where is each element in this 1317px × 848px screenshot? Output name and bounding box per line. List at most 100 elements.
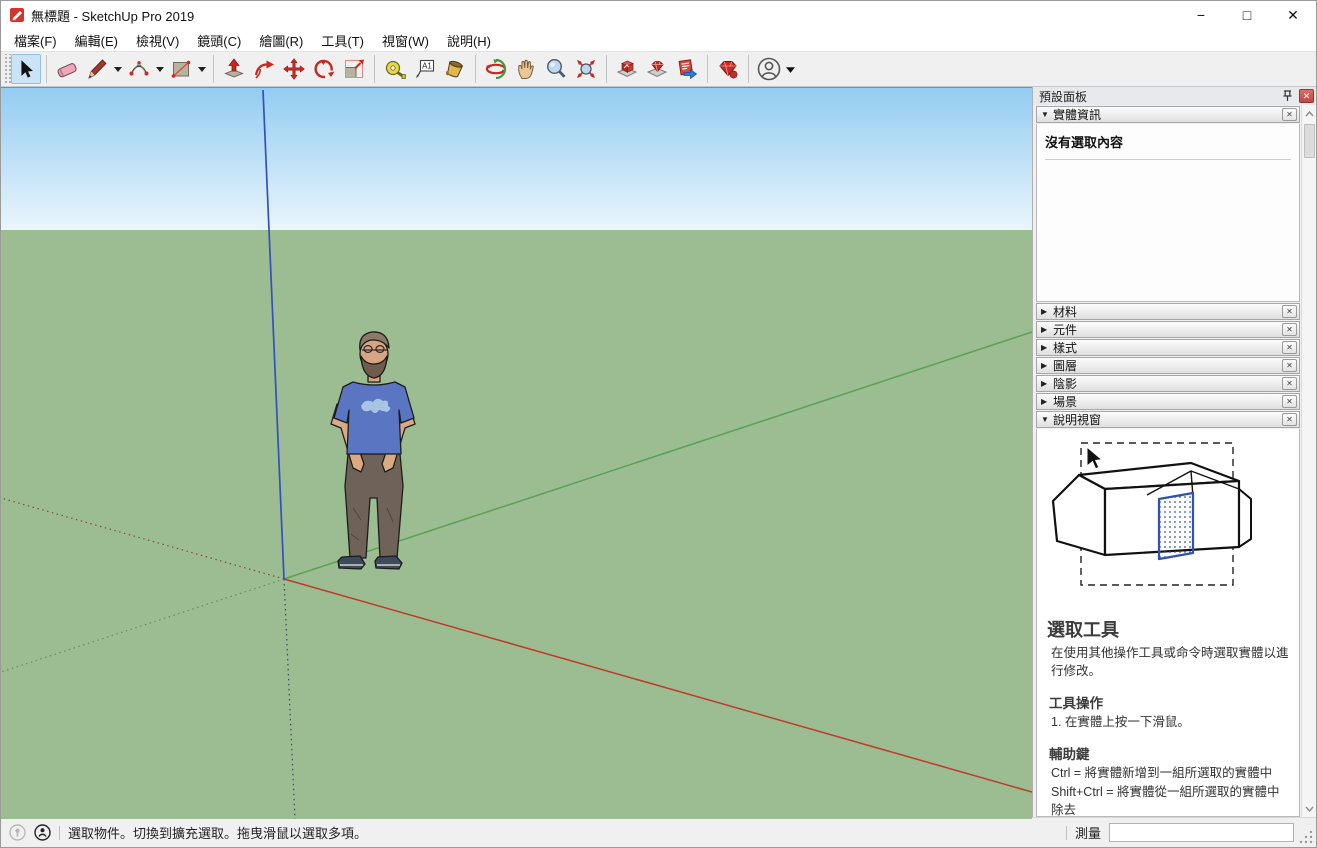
follow-me-tool-icon: [252, 57, 276, 81]
toolbar-separator: [475, 55, 476, 83]
menu-file[interactable]: 檔案(F): [5, 29, 66, 52]
status-message: 選取物件。切換到擴充選取。拖曳滑鼠以選取多項。: [68, 823, 1058, 842]
rectangle-tool-button[interactable]: [166, 54, 196, 84]
user-account-icon: [756, 56, 782, 82]
paint-bucket-tool-icon: [443, 57, 467, 81]
arc-tool-dropdown[interactable]: [154, 54, 166, 84]
section-components[interactable]: ▶ 元件 ✕: [1036, 321, 1300, 338]
viewport[interactable]: [1, 87, 1032, 817]
move-tool-icon: [282, 57, 306, 81]
line-tool-button[interactable]: [82, 54, 112, 84]
pan-tool-button[interactable]: [511, 54, 541, 84]
section-scenes[interactable]: ▶ 場景 ✕: [1036, 393, 1300, 410]
credits-icon[interactable]: [34, 824, 51, 841]
scale-tool-button[interactable]: [339, 54, 369, 84]
chevron-down-icon: [1305, 806, 1314, 812]
menu-camera[interactable]: 鏡頭(C): [188, 29, 250, 52]
move-tool-button[interactable]: [279, 54, 309, 84]
text-tool-button[interactable]: A1: [410, 54, 440, 84]
section-close-button[interactable]: ✕: [1282, 305, 1297, 318]
menu-tools[interactable]: 工具(T): [312, 29, 373, 52]
divider: [59, 826, 60, 840]
instructor-modifier-line: Ctrl = 將實體新增到一組所選取的實體中: [1051, 764, 1289, 782]
chevron-up-icon: [1305, 111, 1314, 117]
eraser-tool-button[interactable]: [52, 54, 82, 84]
instructor-operation-heading: 工具操作: [1049, 692, 1289, 712]
arc-tool-button[interactable]: [124, 54, 154, 84]
section-close-button[interactable]: ✕: [1282, 413, 1297, 426]
section-styles[interactable]: ▶ 樣式 ✕: [1036, 339, 1300, 356]
section-close-button[interactable]: ✕: [1282, 359, 1297, 372]
rectangle-tool-icon: [169, 57, 193, 81]
push-pull-tool-icon: [222, 57, 246, 81]
chevron-down-icon: [114, 66, 122, 72]
3d-warehouse-icon: [615, 57, 639, 81]
panel-scrollbar[interactable]: [1301, 105, 1316, 817]
maximize-button[interactable]: □: [1224, 1, 1270, 29]
resize-grip[interactable]: [1298, 828, 1314, 844]
menu-view[interactable]: 檢視(V): [127, 29, 188, 52]
menu-edit[interactable]: 編輯(E): [66, 29, 127, 52]
orbit-tool-button[interactable]: [481, 54, 511, 84]
3d-warehouse-button[interactable]: [612, 54, 642, 84]
toolbar-drag-handle[interactable]: [3, 54, 11, 84]
section-layers[interactable]: ▶ 圖層 ✕: [1036, 357, 1300, 374]
section-close-button[interactable]: ✕: [1282, 395, 1297, 408]
scroll-up-button[interactable]: [1302, 105, 1317, 122]
section-close-button[interactable]: ✕: [1282, 341, 1297, 354]
rotate-tool-icon: [312, 57, 336, 81]
section-close-button[interactable]: ✕: [1282, 108, 1297, 121]
geolocation-icon[interactable]: [9, 824, 26, 841]
rotate-tool-button[interactable]: [309, 54, 339, 84]
panel-title-bar[interactable]: 預設面板 ✕: [1033, 87, 1316, 105]
menu-draw[interactable]: 繪圖(R): [250, 29, 312, 52]
section-label: 實體資訊: [1053, 106, 1282, 123]
section-materials[interactable]: ▶ 材料 ✕: [1036, 303, 1300, 320]
scrollbar-thumb[interactable]: [1304, 124, 1315, 158]
share-model-icon: [645, 57, 669, 81]
follow-me-tool-button[interactable]: [249, 54, 279, 84]
menu-help[interactable]: 說明(H): [438, 29, 500, 52]
share-model-button[interactable]: [642, 54, 672, 84]
3d-scene: [1, 88, 1032, 819]
user-account-dropdown[interactable]: [784, 54, 796, 84]
menu-bar: 檔案(F) 編輯(E) 檢視(V) 鏡頭(C) 繪圖(R) 工具(T) 視窗(W…: [1, 29, 1316, 51]
rectangle-tool-dropdown[interactable]: [196, 54, 208, 84]
section-label: 元件: [1053, 321, 1282, 338]
section-label: 陰影: [1053, 375, 1282, 392]
triangle-right-icon: ▶: [1041, 361, 1053, 370]
triangle-right-icon: ▶: [1041, 379, 1053, 388]
line-tool-dropdown[interactable]: [112, 54, 124, 84]
close-button[interactable]: ✕: [1270, 1, 1316, 29]
menu-window[interactable]: 視窗(W): [373, 29, 438, 52]
triangle-down-icon: ▼: [1041, 415, 1053, 424]
section-shadows[interactable]: ▶ 陰影 ✕: [1036, 375, 1300, 392]
scroll-down-button[interactable]: [1302, 800, 1317, 817]
tape-measure-tool-button[interactable]: [380, 54, 410, 84]
instructor-operation-step: 1. 在實體上按一下滑鼠。: [1051, 713, 1289, 731]
section-entity-info[interactable]: ▼ 實體資訊 ✕: [1036, 106, 1300, 123]
paint-bucket-tool-button[interactable]: [440, 54, 470, 84]
selected-face: [1159, 493, 1193, 559]
pin-button[interactable]: [1279, 89, 1295, 104]
extension-warehouse-button[interactable]: [672, 54, 702, 84]
minimize-button[interactable]: −: [1178, 1, 1224, 29]
tape-measure-tool-icon: [383, 57, 407, 81]
chevron-down-icon: [156, 66, 164, 72]
triangle-down-icon: ▼: [1041, 110, 1053, 119]
section-close-button[interactable]: ✕: [1282, 323, 1297, 336]
zoom-extents-tool-icon: [574, 57, 598, 81]
panel-close-button[interactable]: ✕: [1299, 89, 1314, 103]
zoom-tool-button[interactable]: [541, 54, 571, 84]
zoom-extents-tool-button[interactable]: [571, 54, 601, 84]
select-tool-button[interactable]: [11, 54, 41, 84]
extension-manager-button[interactable]: [713, 54, 743, 84]
extension-warehouse-icon: [675, 57, 699, 81]
text-tool-label: A1: [422, 62, 432, 71]
push-pull-tool-button[interactable]: [219, 54, 249, 84]
user-account-button[interactable]: [754, 54, 784, 84]
section-instructor[interactable]: ▼ 說明視窗 ✕: [1036, 411, 1300, 428]
section-close-button[interactable]: ✕: [1282, 377, 1297, 390]
measurements-input[interactable]: [1109, 823, 1294, 842]
default-tray-panel: 預設面板 ✕ ▼ 實體資訊 ✕ 沒有選取內容: [1032, 87, 1316, 817]
